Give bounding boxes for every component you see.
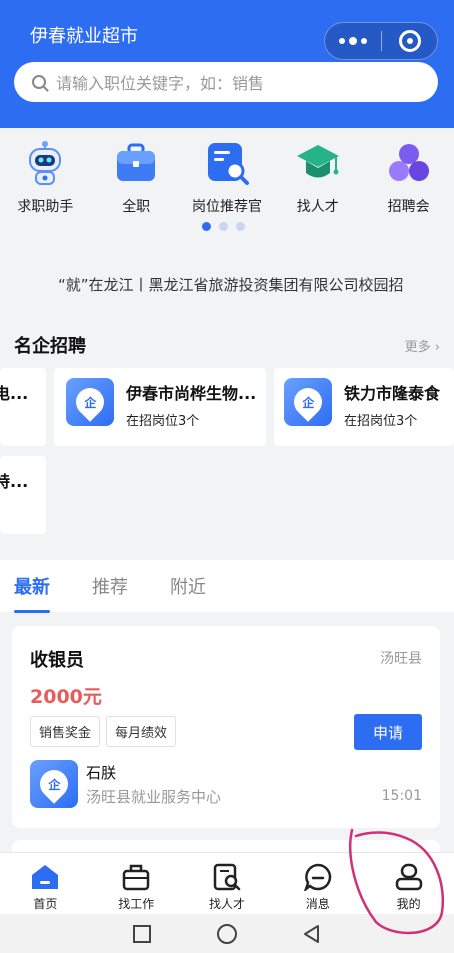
home-circle-icon[interactable]	[216, 923, 238, 945]
tabbar-label: 找工作	[118, 897, 155, 911]
user-icon	[394, 863, 424, 891]
company-logo: 企	[284, 378, 332, 426]
job-title: 收银员	[30, 650, 84, 671]
menu-label: 全职	[122, 199, 151, 215]
job-tabs: 最新 推荐 附近	[0, 560, 454, 613]
system-nav-bar	[0, 914, 454, 953]
search-icon	[32, 75, 46, 89]
dot-icon	[349, 37, 357, 45]
menu-label: 岗位推荐官	[191, 199, 262, 215]
company-card[interactable]: 特...	[0, 456, 46, 534]
bottom-tab-bar: 首页 找工作 找人才 消息 我的	[0, 852, 454, 914]
tabbar-label: 消息	[305, 897, 330, 911]
tab-nearby[interactable]: 附近	[170, 573, 206, 599]
apply-button[interactable]: 申请	[354, 714, 422, 750]
page-dot	[219, 222, 228, 231]
menu-label: 招聘会	[387, 199, 430, 215]
dot-icon	[361, 38, 367, 44]
quick-menu: 求职助手 全职 岗位推荐官 找人才 招聘会	[0, 140, 454, 216]
company-name: 伊春市尚桦生物...	[126, 384, 257, 403]
menu-item-find-talent[interactable]: 找人才	[272, 140, 363, 216]
ticker-text: “就”在龙江丨黑龙江省旅游投资集团有限公司校园招	[58, 275, 404, 294]
company-name: 铁力市隆泰食	[344, 384, 441, 403]
tabbar-item-messages[interactable]: 消息	[272, 853, 363, 914]
search-input[interactable]: 请输入职位关键字，如：销售	[14, 62, 438, 102]
dot-icon	[339, 38, 345, 44]
tab-recommended[interactable]: 推荐	[92, 573, 128, 599]
graduation-cap-icon	[295, 140, 341, 186]
section-title: 名企招聘	[14, 336, 86, 357]
featured-header: 名企招聘 更多	[0, 330, 454, 360]
top-header: 伊春就业超市 请输入职位关键字，如：销售	[0, 0, 454, 128]
tabbar-item-find-talent[interactable]: 找人才	[182, 853, 273, 914]
tabbar-label: 我的	[396, 897, 421, 911]
employer-name: 汤旺县就业服务中心	[86, 788, 222, 806]
menu-item-job-fair[interactable]: 招聘会	[363, 140, 454, 216]
job-count: 在招岗位3个	[344, 414, 418, 429]
more-link[interactable]: 更多	[405, 336, 440, 355]
company-logo: 企	[30, 760, 78, 808]
tabbar-item-home[interactable]: 首页	[0, 853, 91, 914]
page-dot-active	[202, 222, 211, 231]
tab-latest[interactable]: 最新	[14, 573, 50, 613]
tabbar-item-mine[interactable]: 我的	[363, 853, 454, 914]
tabbar-label: 首页	[33, 897, 58, 911]
search-placeholder: 请输入职位关键字，如：销售	[56, 74, 265, 93]
location-pin-icon: 企	[34, 764, 74, 804]
job-tag: 每月绩效	[106, 716, 177, 747]
page-indicator	[202, 222, 245, 231]
resume-search-icon	[212, 863, 242, 891]
menu-item-fulltime[interactable]: 全职	[91, 140, 182, 216]
tabbar-item-find-job[interactable]: 找工作	[91, 853, 182, 914]
recents-square-icon[interactable]	[132, 924, 152, 944]
more-menu-button[interactable]	[325, 23, 381, 59]
home-icon	[30, 863, 60, 891]
document-search-icon	[204, 140, 250, 186]
back-triangle-icon[interactable]	[302, 924, 322, 944]
job-location: 汤旺县	[380, 651, 422, 667]
company-name: 电...	[0, 384, 29, 403]
location-pin-icon: 企	[288, 382, 328, 422]
location-pin-icon: 企	[70, 382, 110, 422]
job-salary: 2000元	[30, 686, 102, 708]
people-icon	[386, 140, 432, 186]
company-card[interactable]: 企 伊春市尚桦生物... 在招岗位3个	[54, 368, 266, 446]
target-circle-icon	[398, 30, 421, 52]
briefcase-icon	[113, 140, 159, 186]
job-card[interactable]: 收银员 汤旺县 2000元 销售奖金 每月绩效 申请 企 石朕 汤旺县就业服务中…	[12, 626, 440, 828]
close-mini-program-button[interactable]	[382, 30, 437, 52]
menu-label: 找人才	[296, 199, 339, 215]
briefcase-outline-icon	[121, 863, 151, 891]
menu-item-job-assistant[interactable]: 求职助手	[0, 140, 91, 216]
news-ticker[interactable]: “就”在龙江丨黑龙江省旅游投资集团有限公司校园招	[0, 262, 454, 306]
job-tag: 销售奖金	[30, 716, 101, 747]
message-icon	[303, 863, 333, 891]
menu-label: 求职助手	[17, 199, 74, 215]
menu-item-job-recommender[interactable]: 岗位推荐官	[182, 140, 273, 216]
post-time: 15:01	[381, 788, 422, 804]
contact-name: 石朕	[86, 764, 117, 782]
company-card[interactable]: 企 铁力市隆泰食 在招岗位3个	[274, 368, 454, 446]
page-dot	[236, 222, 245, 231]
company-name: 特...	[0, 472, 29, 491]
app-title: 伊春就业超市	[30, 26, 138, 47]
mini-program-capsule	[324, 22, 438, 60]
job-count: 在招岗位3个	[126, 414, 200, 429]
company-card[interactable]: 电...	[0, 368, 46, 446]
tabbar-label: 找人才	[208, 897, 245, 911]
job-tags: 销售奖金 每月绩效	[30, 716, 177, 747]
robot-icon	[22, 140, 68, 186]
company-logo: 企	[66, 378, 114, 426]
